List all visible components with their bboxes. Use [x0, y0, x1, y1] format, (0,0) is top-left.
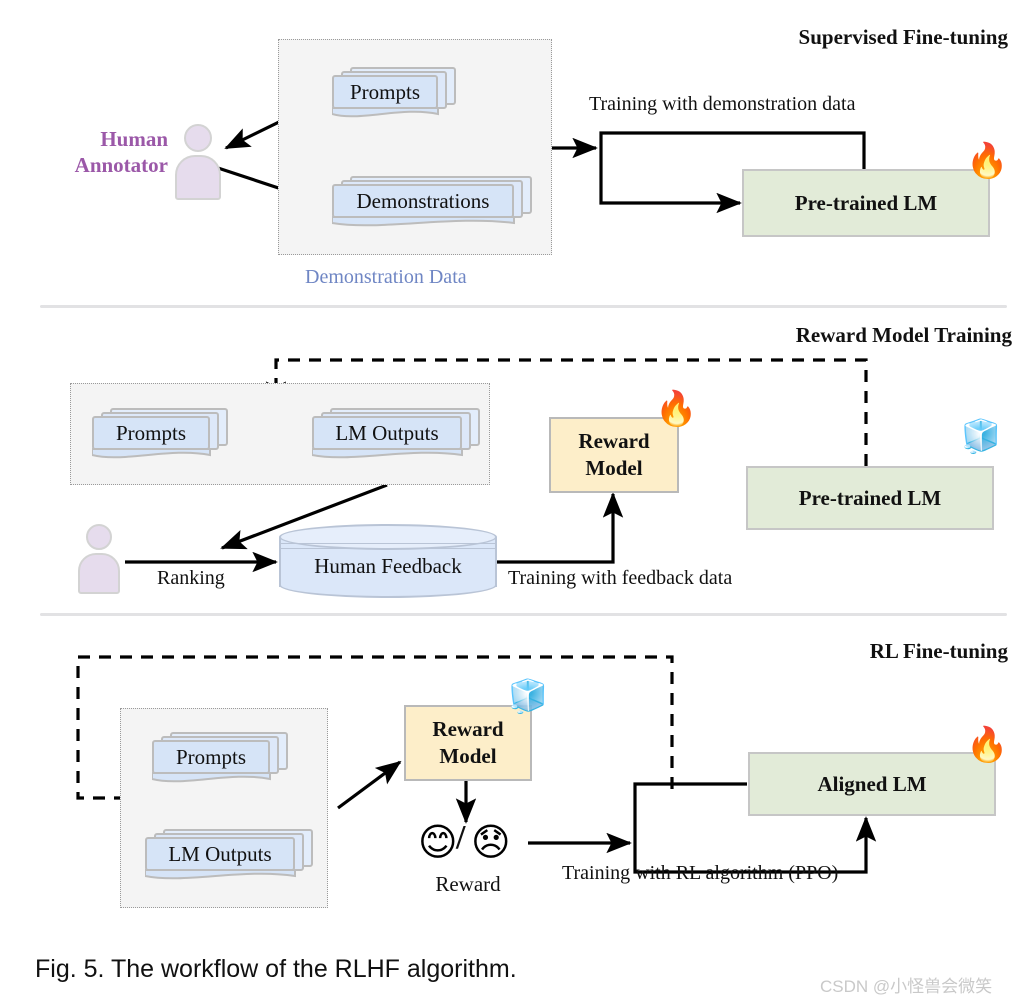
model-box-pre-trained-lm: Pre-trained LM [742, 169, 990, 237]
fire-icon: 🔥 [966, 141, 1009, 181]
model-box-aligned-lm: Aligned LM [748, 752, 996, 816]
section-title-rl-fine-tuning: RL Fine-tuning [869, 639, 1008, 663]
document-label: Prompts [349, 79, 420, 104]
document-stack-prompts: Prompts [332, 67, 456, 118]
reward-box-label-line1: Reward [578, 429, 650, 454]
document-label: LM Outputs [168, 841, 272, 866]
reward-separator: / [456, 819, 466, 856]
document-sheet-front: Demonstrations [332, 184, 514, 218]
edge-label-training-demonstration: Training with demonstration data [589, 93, 856, 115]
database-label: Human Feedback [314, 554, 462, 578]
document-label: Prompts [115, 420, 186, 445]
person-head [184, 124, 212, 152]
document-sheet-front: Prompts [332, 75, 438, 109]
cylinder-ring-2 [281, 548, 495, 549]
disappointed-face-icon: 😞 [471, 820, 511, 864]
ice-icon: 🧊 [508, 677, 548, 715]
fire-icon: 🔥 [966, 725, 1009, 765]
model-box-pre-trained-lm-reward-section: Pre-trained LM [746, 466, 994, 530]
fire-icon: 🔥 [655, 389, 698, 429]
document-stack-prompts-reward: Prompts [92, 408, 228, 459]
figure-caption: Fig. 5. The workflow of the RLHF algorit… [35, 955, 517, 983]
section-divider-1 [40, 305, 1007, 308]
reward-box-label-line2: Model [439, 744, 497, 768]
cylinder-ring-1 [281, 543, 495, 544]
person-body [78, 553, 120, 594]
document-wave-edge [332, 216, 515, 227]
model-box-label: Aligned LM [817, 771, 927, 796]
smiling-face-icon: 😊 [418, 820, 458, 864]
document-wave-edge [152, 772, 271, 783]
document-label: LM Outputs [335, 420, 439, 445]
csdn-watermark: CSDN @小怪兽会微笑 [820, 977, 993, 996]
person-body [175, 155, 221, 200]
reward-box-label-line2: Model [585, 456, 643, 480]
document-label: Demonstrations [356, 188, 490, 213]
human-annotator-icon [175, 124, 221, 200]
document-stack-prompts-rl: Prompts [152, 732, 288, 783]
document-wave-edge [312, 448, 463, 459]
model-box-label: Pre-trained LM [798, 485, 942, 510]
document-stack-lm-outputs-rl: LM Outputs [145, 829, 313, 880]
reward-box-label-line1: Reward [432, 717, 504, 742]
document-sheet-front: LM Outputs [145, 837, 295, 871]
reward-caption: Reward [435, 872, 501, 896]
edge-label-training-feedback: Training with feedback data [508, 567, 733, 589]
human-annotator-label-line1: Human [100, 127, 168, 151]
human-annotator-icon-reward [78, 524, 120, 594]
document-sheet-front: Prompts [152, 740, 270, 774]
section-title-supervised-fine-tuning: Supervised Fine-tuning [798, 25, 1008, 49]
document-wave-edge [332, 107, 439, 118]
ice-icon: 🧊 [961, 417, 1001, 455]
human-annotator-label: Human Annotator [28, 126, 168, 179]
document-stack-demonstrations: Demonstrations [332, 176, 532, 227]
section-divider-2 [40, 613, 1007, 616]
model-box-reward-model-rl-section: Reward Model [404, 705, 532, 781]
human-annotator-label-line2: Annotator [74, 153, 168, 178]
demonstration-data-label: Demonstration Data [305, 266, 467, 288]
database-human-feedback: Human Feedback [279, 524, 497, 600]
document-wave-edge [92, 448, 211, 459]
edge-label-training-rl: Training with RL algorithm (PPO) [562, 862, 839, 884]
document-wave-edge [145, 869, 296, 880]
document-label: Prompts [175, 744, 246, 769]
figure-canvas: Supervised Fine-tuning Reward Model Trai… [0, 0, 1028, 1005]
cylinder-top [279, 524, 497, 550]
document-stack-lm-outputs-reward: LM Outputs [312, 408, 480, 459]
person-head [86, 524, 112, 550]
model-box-label: Pre-trained LM [794, 190, 938, 215]
section-title-reward-model-training: Reward Model Training [795, 323, 1012, 347]
document-sheet-front: Prompts [92, 416, 210, 450]
edge-label-ranking: Ranking [157, 567, 225, 589]
document-sheet-front: LM Outputs [312, 416, 462, 450]
